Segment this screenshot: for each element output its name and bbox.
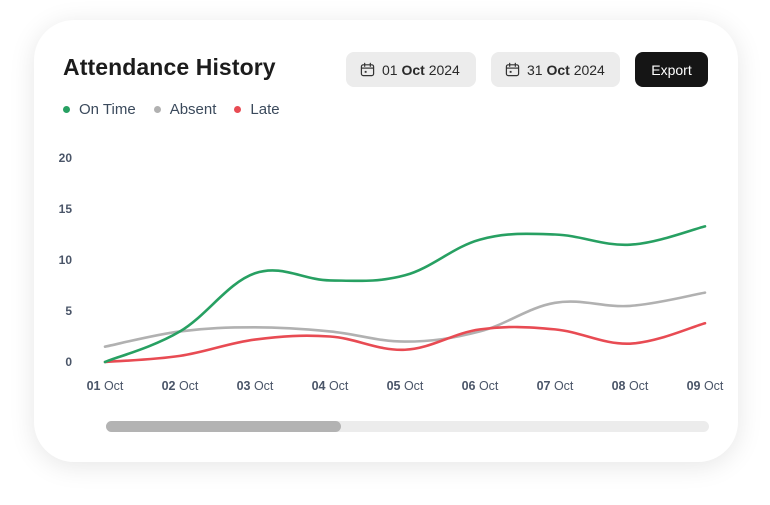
chart-scrollbar-thumb[interactable] (106, 421, 342, 432)
x-tick-label: 01 Oct (87, 379, 124, 393)
y-tick-label: 15 (59, 202, 73, 216)
x-tick-label: 06 Oct (462, 379, 499, 393)
x-tick-label: 07 Oct (537, 379, 574, 393)
x-tick-label: 03 Oct (237, 379, 274, 393)
x-tick-label: 09 Oct (687, 379, 724, 393)
attendance-card: Attendance History 01 Oct 2024 31 Oct 20… (34, 20, 738, 462)
x-tick-label: 04 Oct (312, 379, 349, 393)
x-tick-label: 08 Oct (612, 379, 649, 393)
y-tick-label: 20 (59, 151, 73, 165)
y-tick-label: 0 (65, 355, 72, 369)
attendance-line-chart: 0 5 10 15 20 01 Oct 02 Oct 03 Oct 04 Oct 05 Oct 06… (59, 151, 724, 393)
y-tick-label: 10 (59, 253, 73, 267)
x-tick-label: 05 Oct (387, 379, 424, 393)
chart-scrollbar-track[interactable] (106, 421, 709, 432)
y-tick-label: 5 (65, 304, 72, 318)
x-tick-label: 02 Oct (162, 379, 199, 393)
